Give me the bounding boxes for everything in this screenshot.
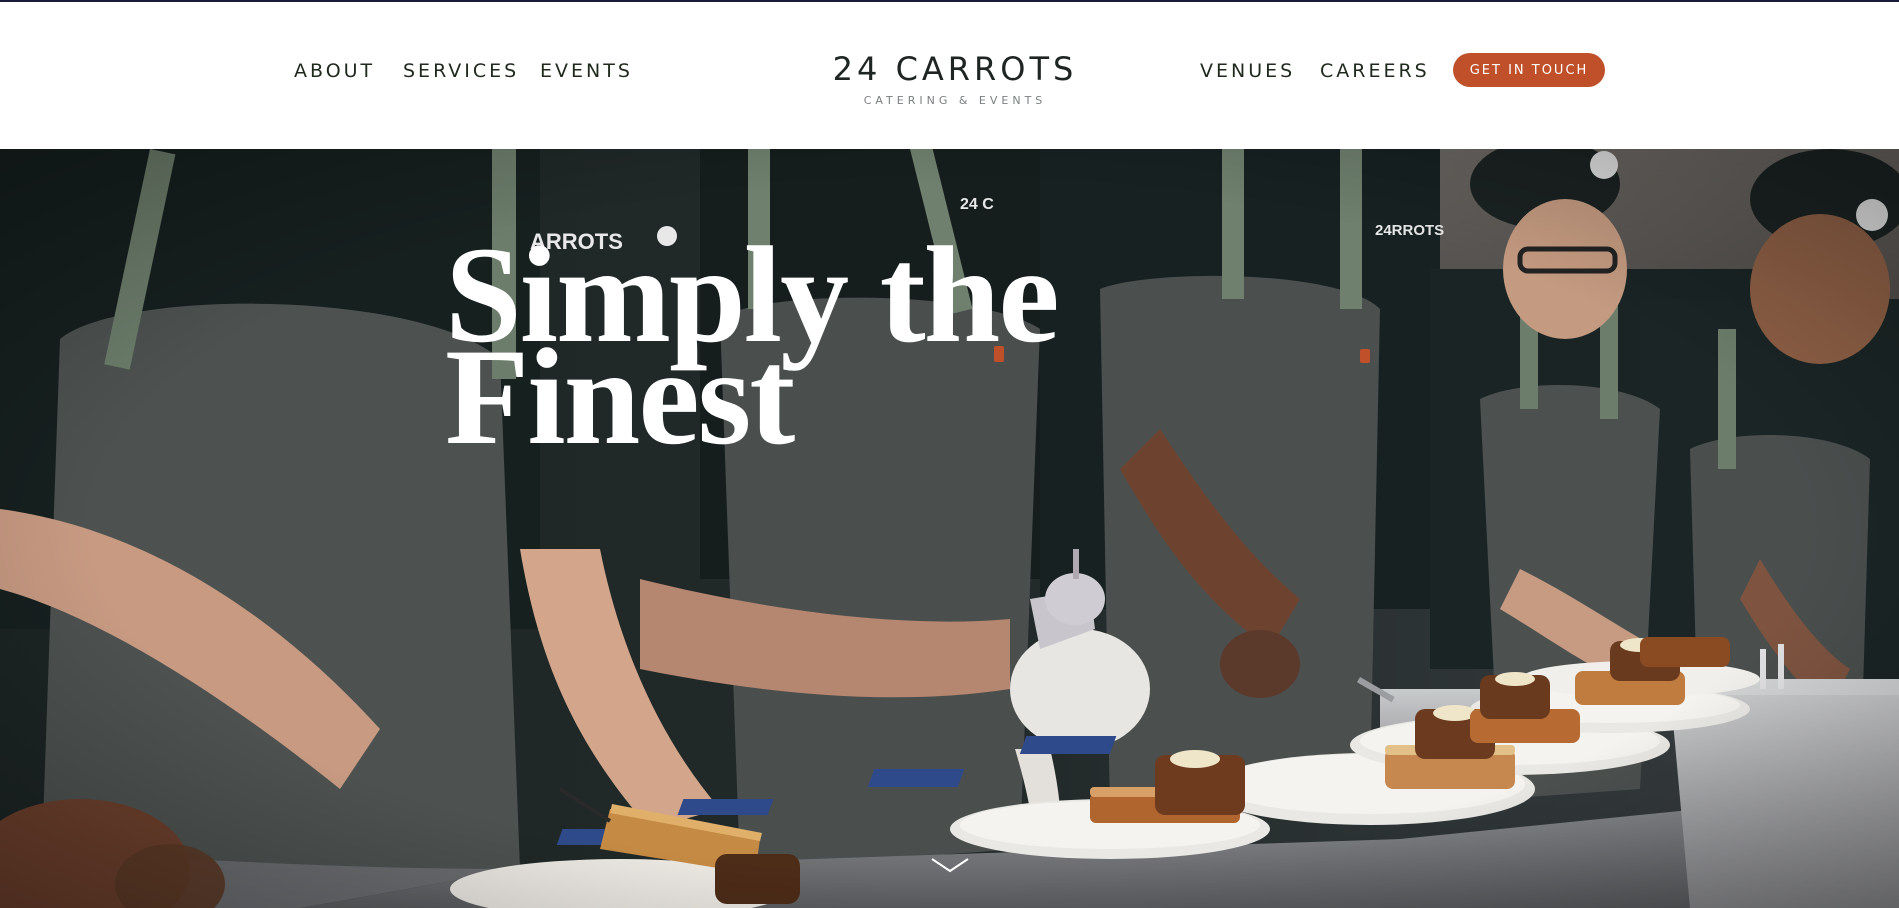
chevron-down-icon[interactable]	[930, 856, 970, 876]
nav-events[interactable]: EVENTS	[540, 60, 633, 82]
get-in-touch-button[interactable]: GET IN TOUCH	[1453, 53, 1605, 87]
nav-about[interactable]: ABOUT	[294, 60, 375, 82]
page: ABOUT SERVICES EVENTS 24 CARROTS CATERIN…	[0, 0, 1899, 908]
nav-careers[interactable]: CAREERS	[1320, 60, 1430, 82]
hero-title: Simply the Finest	[445, 226, 1245, 466]
hero-section: ARROTS 24 C 24RROTS Simply the Finest	[0, 149, 1899, 908]
brand-tagline: CATERING & EVENTS	[863, 94, 1047, 107]
nav-venues[interactable]: VENUES	[1200, 60, 1295, 82]
nav-services[interactable]: SERVICES	[403, 60, 519, 82]
brand-name: 24 CARROTS	[832, 50, 1078, 88]
site-header: ABOUT SERVICES EVENTS 24 CARROTS CATERIN…	[0, 2, 1899, 149]
brand-logo-link[interactable]: 24 CARROTS CATERING & EVENTS	[800, 50, 1110, 107]
